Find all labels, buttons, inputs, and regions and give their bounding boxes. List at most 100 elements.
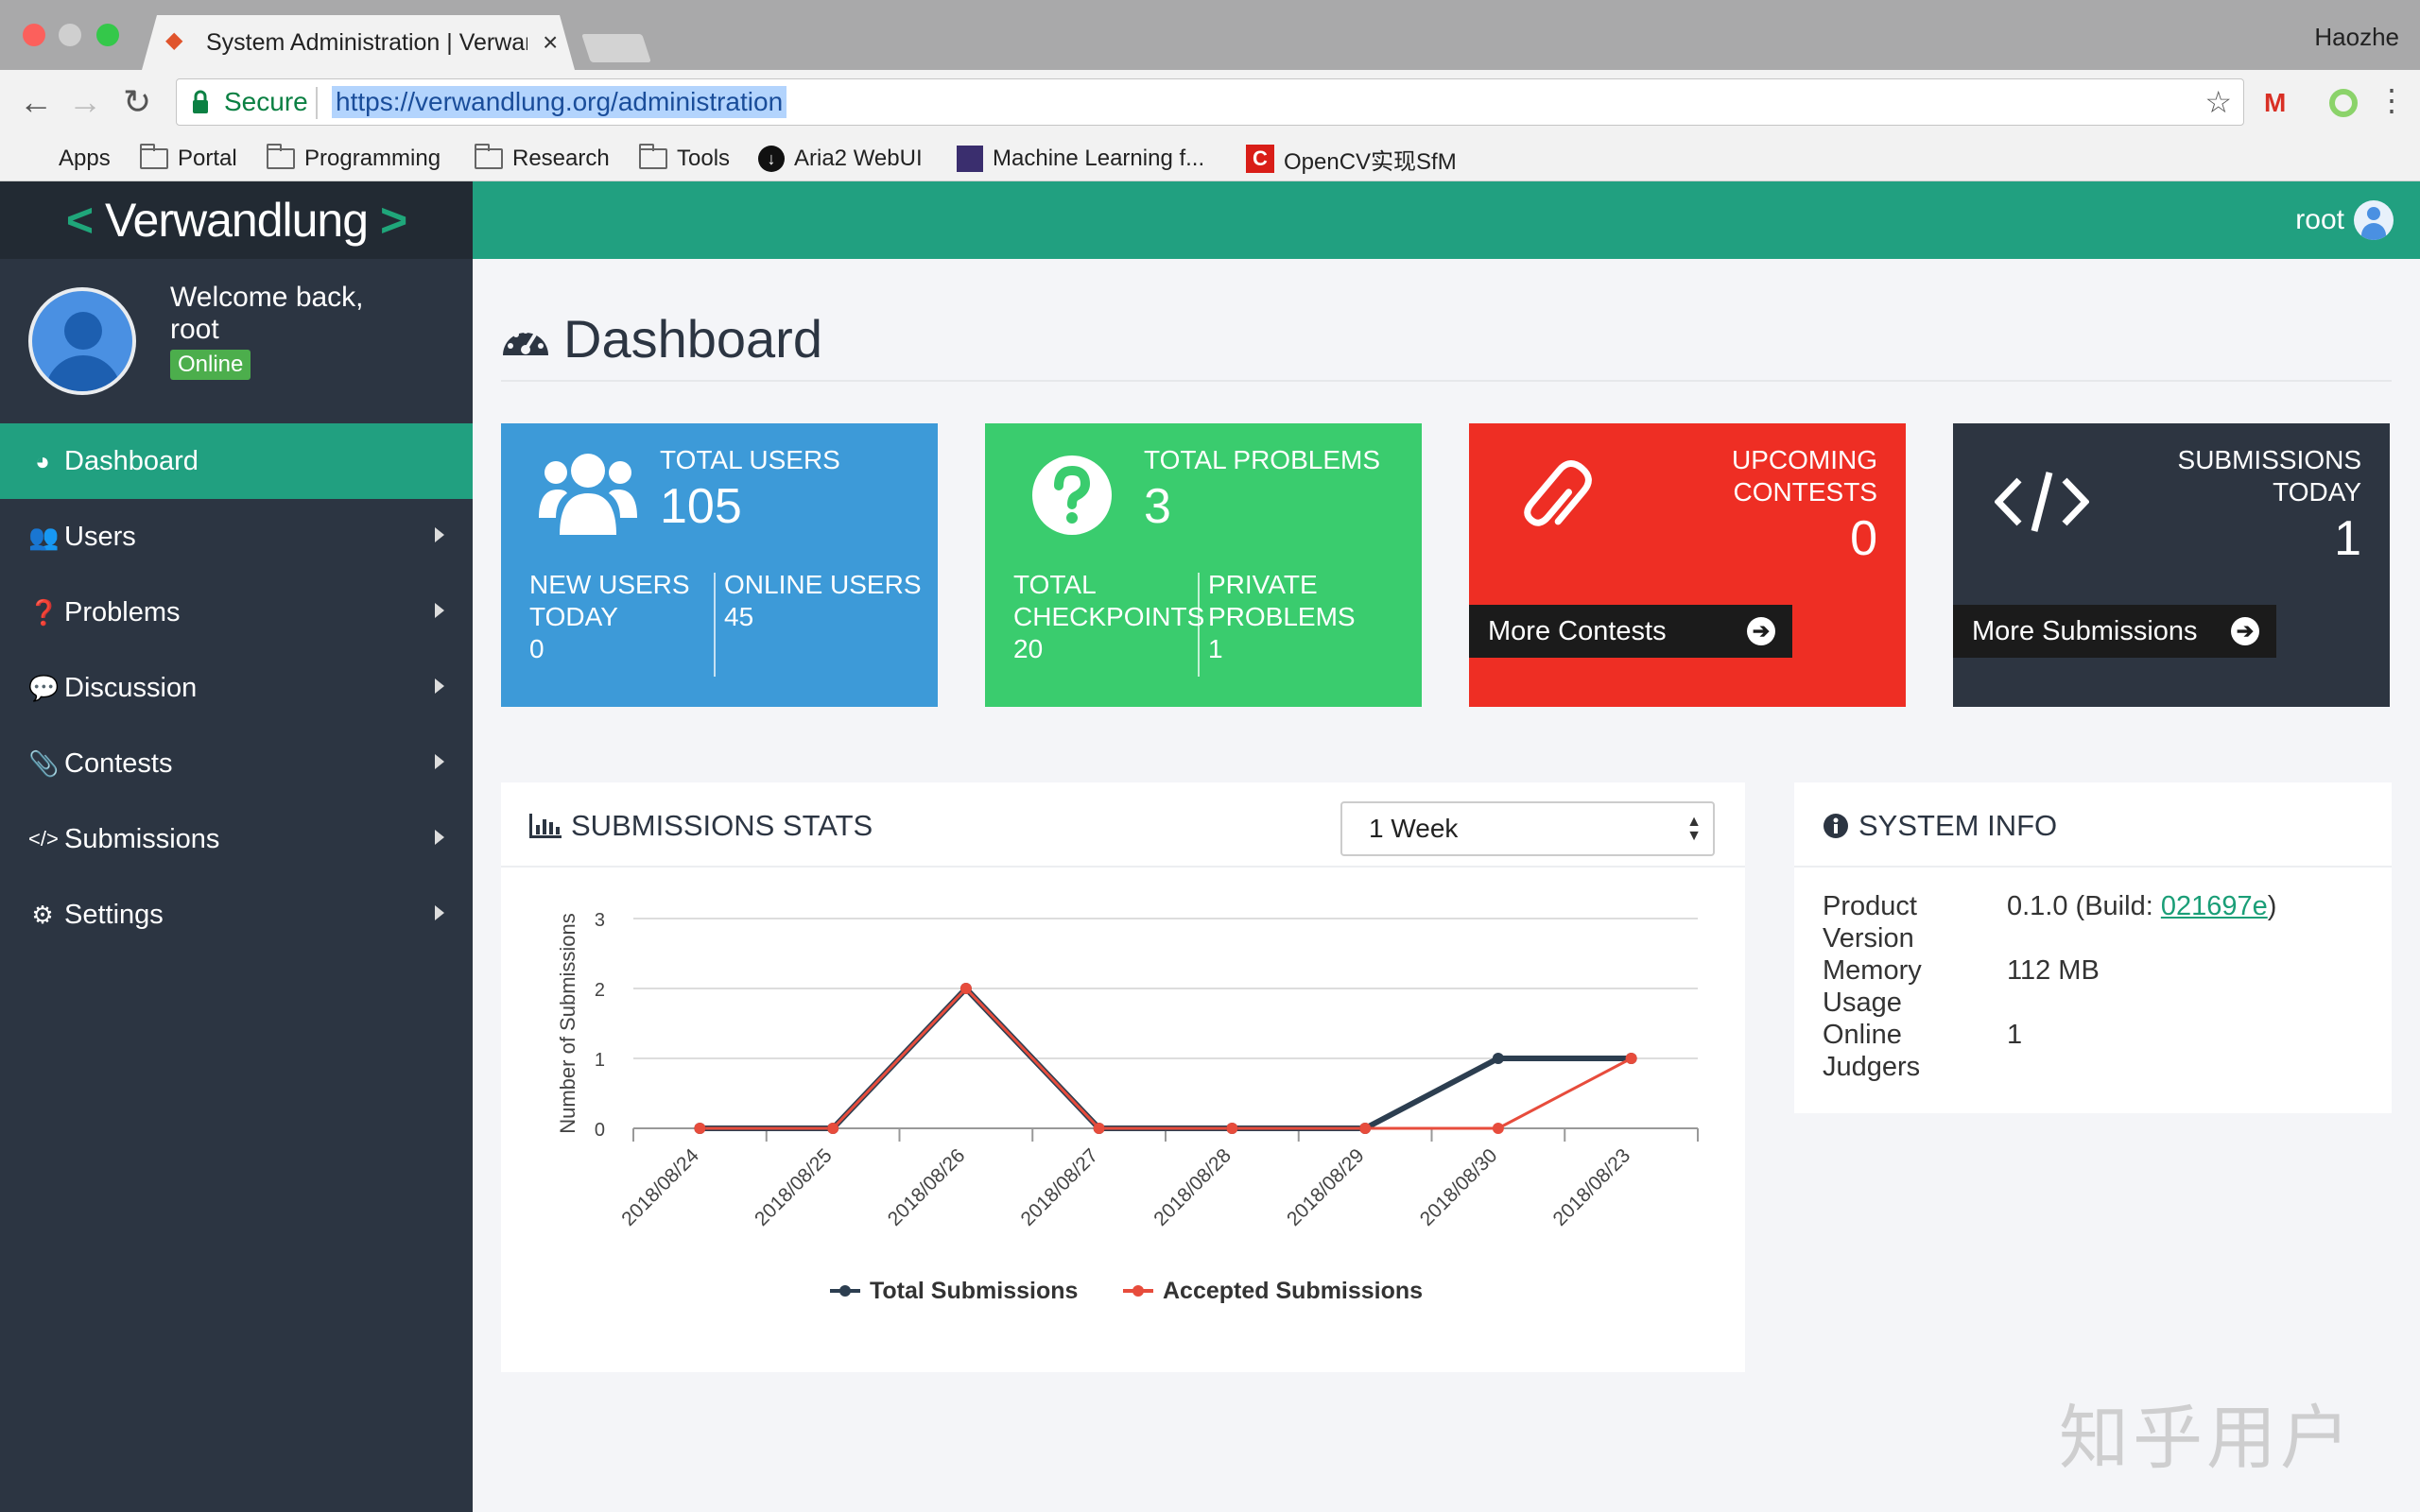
browser-menu-icon[interactable]: ⋮ — [2377, 83, 2407, 117]
bookmark-apps[interactable]: Apps — [25, 142, 111, 176]
card-label-line: SUBMISSIONS — [2177, 445, 2361, 474]
window-zoom-button[interactable] — [96, 24, 119, 46]
window-close-button[interactable] — [23, 24, 45, 46]
tab-title[interactable]: System Administration | Verwandlung — [206, 28, 527, 57]
folder-icon — [475, 144, 503, 169]
card-value: 3 — [1144, 479, 1171, 534]
stat-card-submissions-today: SUBMISSIONS TODAY 1 More Submissions ➔ — [1953, 423, 2390, 707]
code-icon — [1995, 472, 2089, 532]
sidebar: < Verwandlung > Welcome back, root Onlin… — [0, 181, 473, 1512]
info-label-line: Version — [1823, 923, 1914, 954]
chevron-right-icon — [435, 603, 444, 618]
bookmarks-bar: Apps Portal Programming Research Tools ↓… — [0, 136, 2420, 181]
back-arrow-icon[interactable]: ← — [19, 85, 53, 119]
data-point — [1226, 1123, 1238, 1134]
folder-icon — [140, 144, 168, 169]
info-label-line: Judgers — [1823, 1052, 1921, 1082]
panel-title: SUBMISSIONS STATS — [529, 809, 873, 843]
bookmark-aria2[interactable]: ↓ Aria2 WebUI — [758, 142, 923, 176]
lock-icon — [193, 90, 208, 113]
site-favicon-icon — [957, 146, 983, 172]
browser-profile-name[interactable]: Haozhe — [2314, 23, 2399, 52]
bookmark-opencv[interactable]: C OpenCV实现SfM — [1246, 142, 1457, 176]
bookmark-label: Apps — [59, 146, 111, 171]
more-contests-button[interactable]: More Contests ➔ — [1469, 605, 1792, 658]
sub-label: ONLINE USERS — [724, 570, 922, 599]
code-icon: </> — [28, 827, 59, 850]
url-text[interactable]: https://verwandlung.org/administration — [332, 86, 787, 118]
card-label: TOTAL PROBLEMS — [1144, 445, 1380, 474]
card-label: SUBMISSIONS TODAY — [2178, 444, 2361, 508]
sidebar-item-discussion[interactable]: 💬 Discussion — [0, 650, 473, 726]
time-range-select[interactable]: 1 Week ▲ ▼ — [1340, 801, 1715, 856]
reload-icon[interactable]: ↻ — [123, 85, 151, 119]
sidebar-item-contests[interactable]: 📎 Contests — [0, 726, 473, 801]
data-point — [1492, 1053, 1504, 1064]
sub-value: 45 — [724, 602, 754, 631]
legend-swatch-marker — [1132, 1285, 1144, 1297]
version-tail: ) — [2267, 891, 2277, 921]
info-label-line: Memory — [1823, 955, 1922, 986]
legend-label: Total Submissions — [870, 1278, 1078, 1304]
info-label-product-version: Product Version — [1823, 890, 1993, 954]
sidebar-item-submissions[interactable]: </> Submissions — [0, 801, 473, 877]
bookmark-research[interactable]: Research — [475, 142, 610, 176]
gmail-extension-icon[interactable]: M — [2264, 90, 2296, 116]
tab-close-icon[interactable]: × — [543, 28, 558, 57]
bookmark-machine-learning[interactable]: Machine Learning f... — [957, 142, 1204, 176]
bookmark-label: Aria2 WebUI — [794, 146, 923, 171]
submissions-stats-panel: SUBMISSIONS STATS 1 Week ▲ ▼ 0 1 2 3 2018/08/… — [501, 782, 1745, 1372]
new-tab-button[interactable] — [581, 34, 651, 62]
stat-card-upcoming-contests: UPCOMING CONTESTS 0 More Contests ➔ — [1469, 423, 1906, 707]
window-minimize-button[interactable] — [59, 24, 81, 46]
avatar — [28, 287, 136, 395]
welcome-username: root — [170, 314, 219, 345]
top-navbar: root — [473, 181, 2420, 259]
sidebar-item-users[interactable]: 👥 Users — [0, 499, 473, 575]
sidebar-item-settings[interactable]: ⚙ Settings — [0, 877, 473, 953]
browser-chrome: ◆ System Administration | Verwandlung × … — [0, 0, 2420, 181]
card-sub-private-problems: PRIVATE PROBLEMS 1 — [1208, 569, 1356, 665]
more-submissions-button[interactable]: More Submissions ➔ — [1953, 605, 2276, 658]
bookmark-star-icon[interactable]: ☆ — [2204, 85, 2232, 119]
select-updown-icon: ▲ ▼ — [1686, 814, 1702, 844]
sub-label: TOTAL — [1013, 570, 1097, 599]
forward-arrow-icon[interactable]: → — [68, 85, 102, 119]
bar-chart-icon — [529, 814, 562, 838]
bookmark-tools[interactable]: Tools — [639, 142, 730, 176]
bookmark-programming[interactable]: Programming — [267, 142, 441, 176]
sub-value: 0 — [529, 634, 544, 663]
secure-label: Secure — [224, 87, 308, 116]
info-value-online-judgers: 1 — [2007, 1020, 2023, 1050]
y-tick-label: 3 — [595, 910, 605, 931]
users-icon — [539, 454, 637, 535]
dashboard-gauge-icon — [503, 328, 548, 355]
card-divider — [714, 573, 716, 677]
csdn-favicon-icon: C — [1246, 145, 1274, 173]
panel-title-text: SYSTEM INFO — [1858, 809, 2058, 842]
sidebar-item-dashboard[interactable]: ◕ Dashboard — [0, 423, 473, 499]
extension-ring-icon[interactable] — [2329, 89, 2358, 117]
build-commit-link[interactable]: 021697e — [2161, 891, 2268, 921]
card-value: 105 — [660, 479, 742, 534]
brand-logo[interactable]: < Verwandlung > — [0, 181, 473, 259]
chevron-right-icon — [435, 679, 444, 694]
button-label: More Contests — [1488, 615, 1667, 646]
sidebar-item-problems[interactable]: ❓ Problems — [0, 575, 473, 650]
brand-name: Verwandlung — [104, 194, 369, 247]
sidebar-item-label: Settings — [64, 899, 164, 930]
chevron-right-icon — [435, 905, 444, 920]
tab-favicon-icon: ◆ — [165, 27, 183, 53]
welcome-line: Welcome back, — [170, 282, 364, 313]
sub-value: 1 — [1208, 634, 1223, 663]
user-menu[interactable]: root — [2295, 200, 2394, 240]
bookmark-label: Portal — [178, 146, 237, 171]
sidebar-item-label: Problems — [64, 596, 181, 627]
folder-icon — [267, 144, 295, 169]
bookmark-label: OpenCV实现SfM — [1284, 148, 1457, 175]
y-tick-label: 1 — [595, 1050, 605, 1071]
url-omnibox[interactable]: Secure https://verwandlung.org/administr… — [176, 78, 2244, 126]
data-point — [1492, 1123, 1504, 1134]
card-value: 1 — [2334, 511, 2361, 566]
bookmark-portal[interactable]: Portal — [140, 142, 237, 176]
